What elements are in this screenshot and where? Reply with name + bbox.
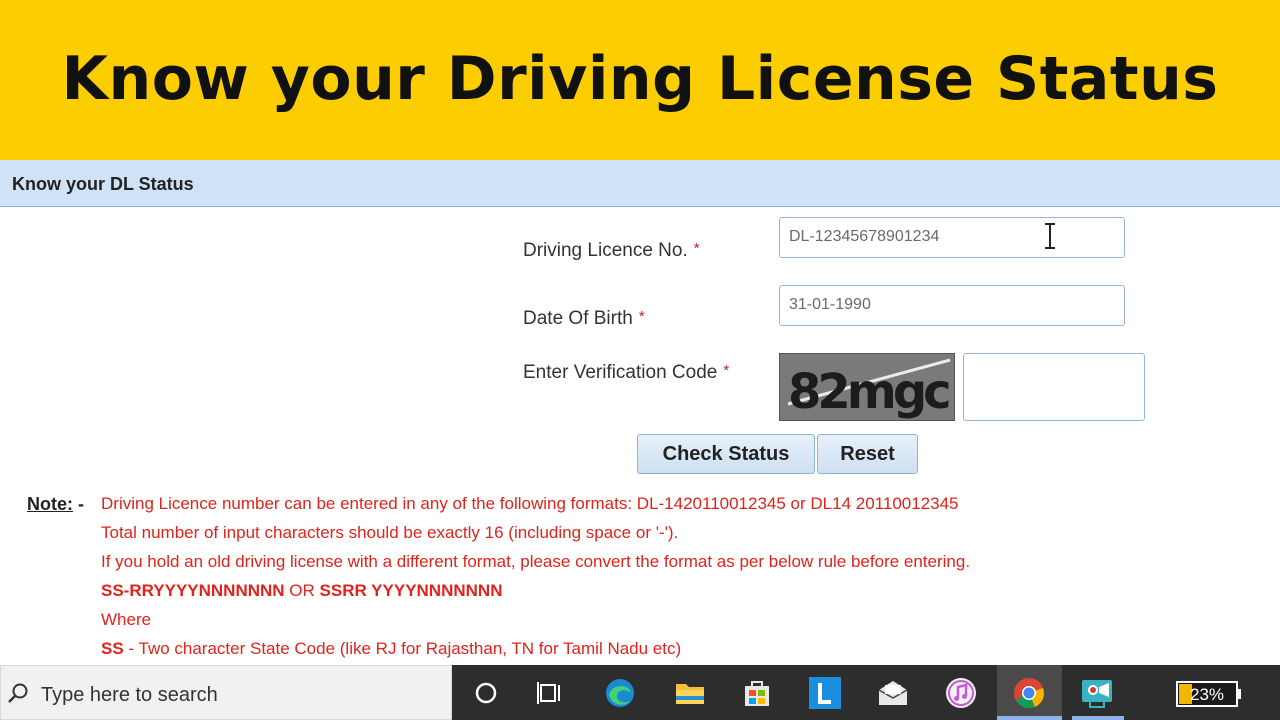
dob-label: Date Of Birth *	[523, 308, 645, 330]
video-call-active-indicator	[1072, 716, 1124, 720]
required-marker: *	[638, 308, 645, 325]
format-b: SSRR YYYYNNNNNNN	[319, 581, 503, 600]
battery-icon: 23%	[1176, 681, 1241, 707]
dob-value: 31-01-1990	[789, 296, 871, 313]
note-line-ss: SS - Two character State Code (like RJ f…	[101, 639, 681, 659]
format-or: OR	[289, 581, 315, 600]
captcha-image: 82mgc	[779, 353, 955, 421]
task-view-icon[interactable]	[533, 676, 567, 710]
itunes-icon[interactable]	[944, 676, 978, 710]
banner-title: Know your Driving License Status	[61, 44, 1219, 114]
chrome-active-indicator	[997, 716, 1062, 720]
store-icon[interactable]	[740, 676, 774, 710]
dob-label-text: Date Of Birth	[523, 308, 633, 329]
battery-percent: 23%	[1190, 685, 1224, 704]
cortana-icon[interactable]	[469, 676, 503, 710]
video-call-icon[interactable]	[1080, 676, 1114, 710]
dl-number-value: DL-12345678901234	[789, 228, 940, 245]
dl-number-label: Driving Licence No. *	[523, 240, 700, 262]
reset-button[interactable]: Reset	[817, 434, 918, 474]
note-dash: -	[78, 494, 85, 514]
battery-indicator[interactable]: 23%	[1176, 681, 1242, 707]
format-a: SS-RRYYYYNNNNNNN	[101, 581, 285, 600]
note-line-where: Where	[101, 610, 152, 629]
search-placeholder: Type here to search	[41, 684, 218, 706]
file-explorer-icon[interactable]	[673, 676, 707, 710]
ss-description: - Two character State Code (like RJ for …	[128, 639, 682, 658]
dl-number-label-text: Driving Licence No.	[523, 240, 688, 261]
required-marker: *	[693, 240, 700, 257]
check-status-button[interactable]: Check Status	[637, 434, 815, 474]
note-label-text: Note:	[27, 494, 73, 514]
dl-number-input[interactable]: DL-12345678901234	[779, 217, 1125, 258]
edge-icon[interactable]	[603, 676, 637, 710]
section-header: Know your DL Status	[0, 160, 1280, 207]
verification-code-label: Enter Verification Code *	[523, 362, 729, 384]
note-line-length: Total number of input characters should …	[101, 523, 679, 542]
captcha-graphic: 82mgc	[780, 354, 954, 420]
mail-icon[interactable]	[876, 676, 910, 710]
chrome-icon[interactable]	[1012, 676, 1046, 710]
captcha-text: 82mgc	[788, 364, 949, 420]
title-banner: Know your Driving License Status	[0, 0, 1280, 160]
verification-code-input[interactable]	[963, 353, 1145, 421]
note-line-old-format: If you hold an old driving license with …	[101, 552, 971, 571]
text-cursor-icon	[1045, 223, 1055, 249]
required-marker: *	[723, 362, 730, 379]
note-line-formats: Driving Licence number can be entered in…	[101, 494, 959, 513]
verification-code-label-text: Enter Verification Code	[523, 362, 718, 383]
ss-code: SS	[101, 639, 124, 658]
taskbar-search-box[interactable]: Type here to search	[0, 665, 452, 720]
note-label: Note: -	[27, 494, 84, 515]
search-icon	[8, 683, 28, 703]
dob-input[interactable]: 31-01-1990	[779, 285, 1125, 326]
section-title: Know your DL Status	[12, 174, 194, 194]
note-line-format-rule: SS-RRYYYYNNNNNNN OR SSRR YYYYNNNNNNN	[101, 581, 502, 601]
l-app-icon[interactable]	[808, 676, 842, 710]
